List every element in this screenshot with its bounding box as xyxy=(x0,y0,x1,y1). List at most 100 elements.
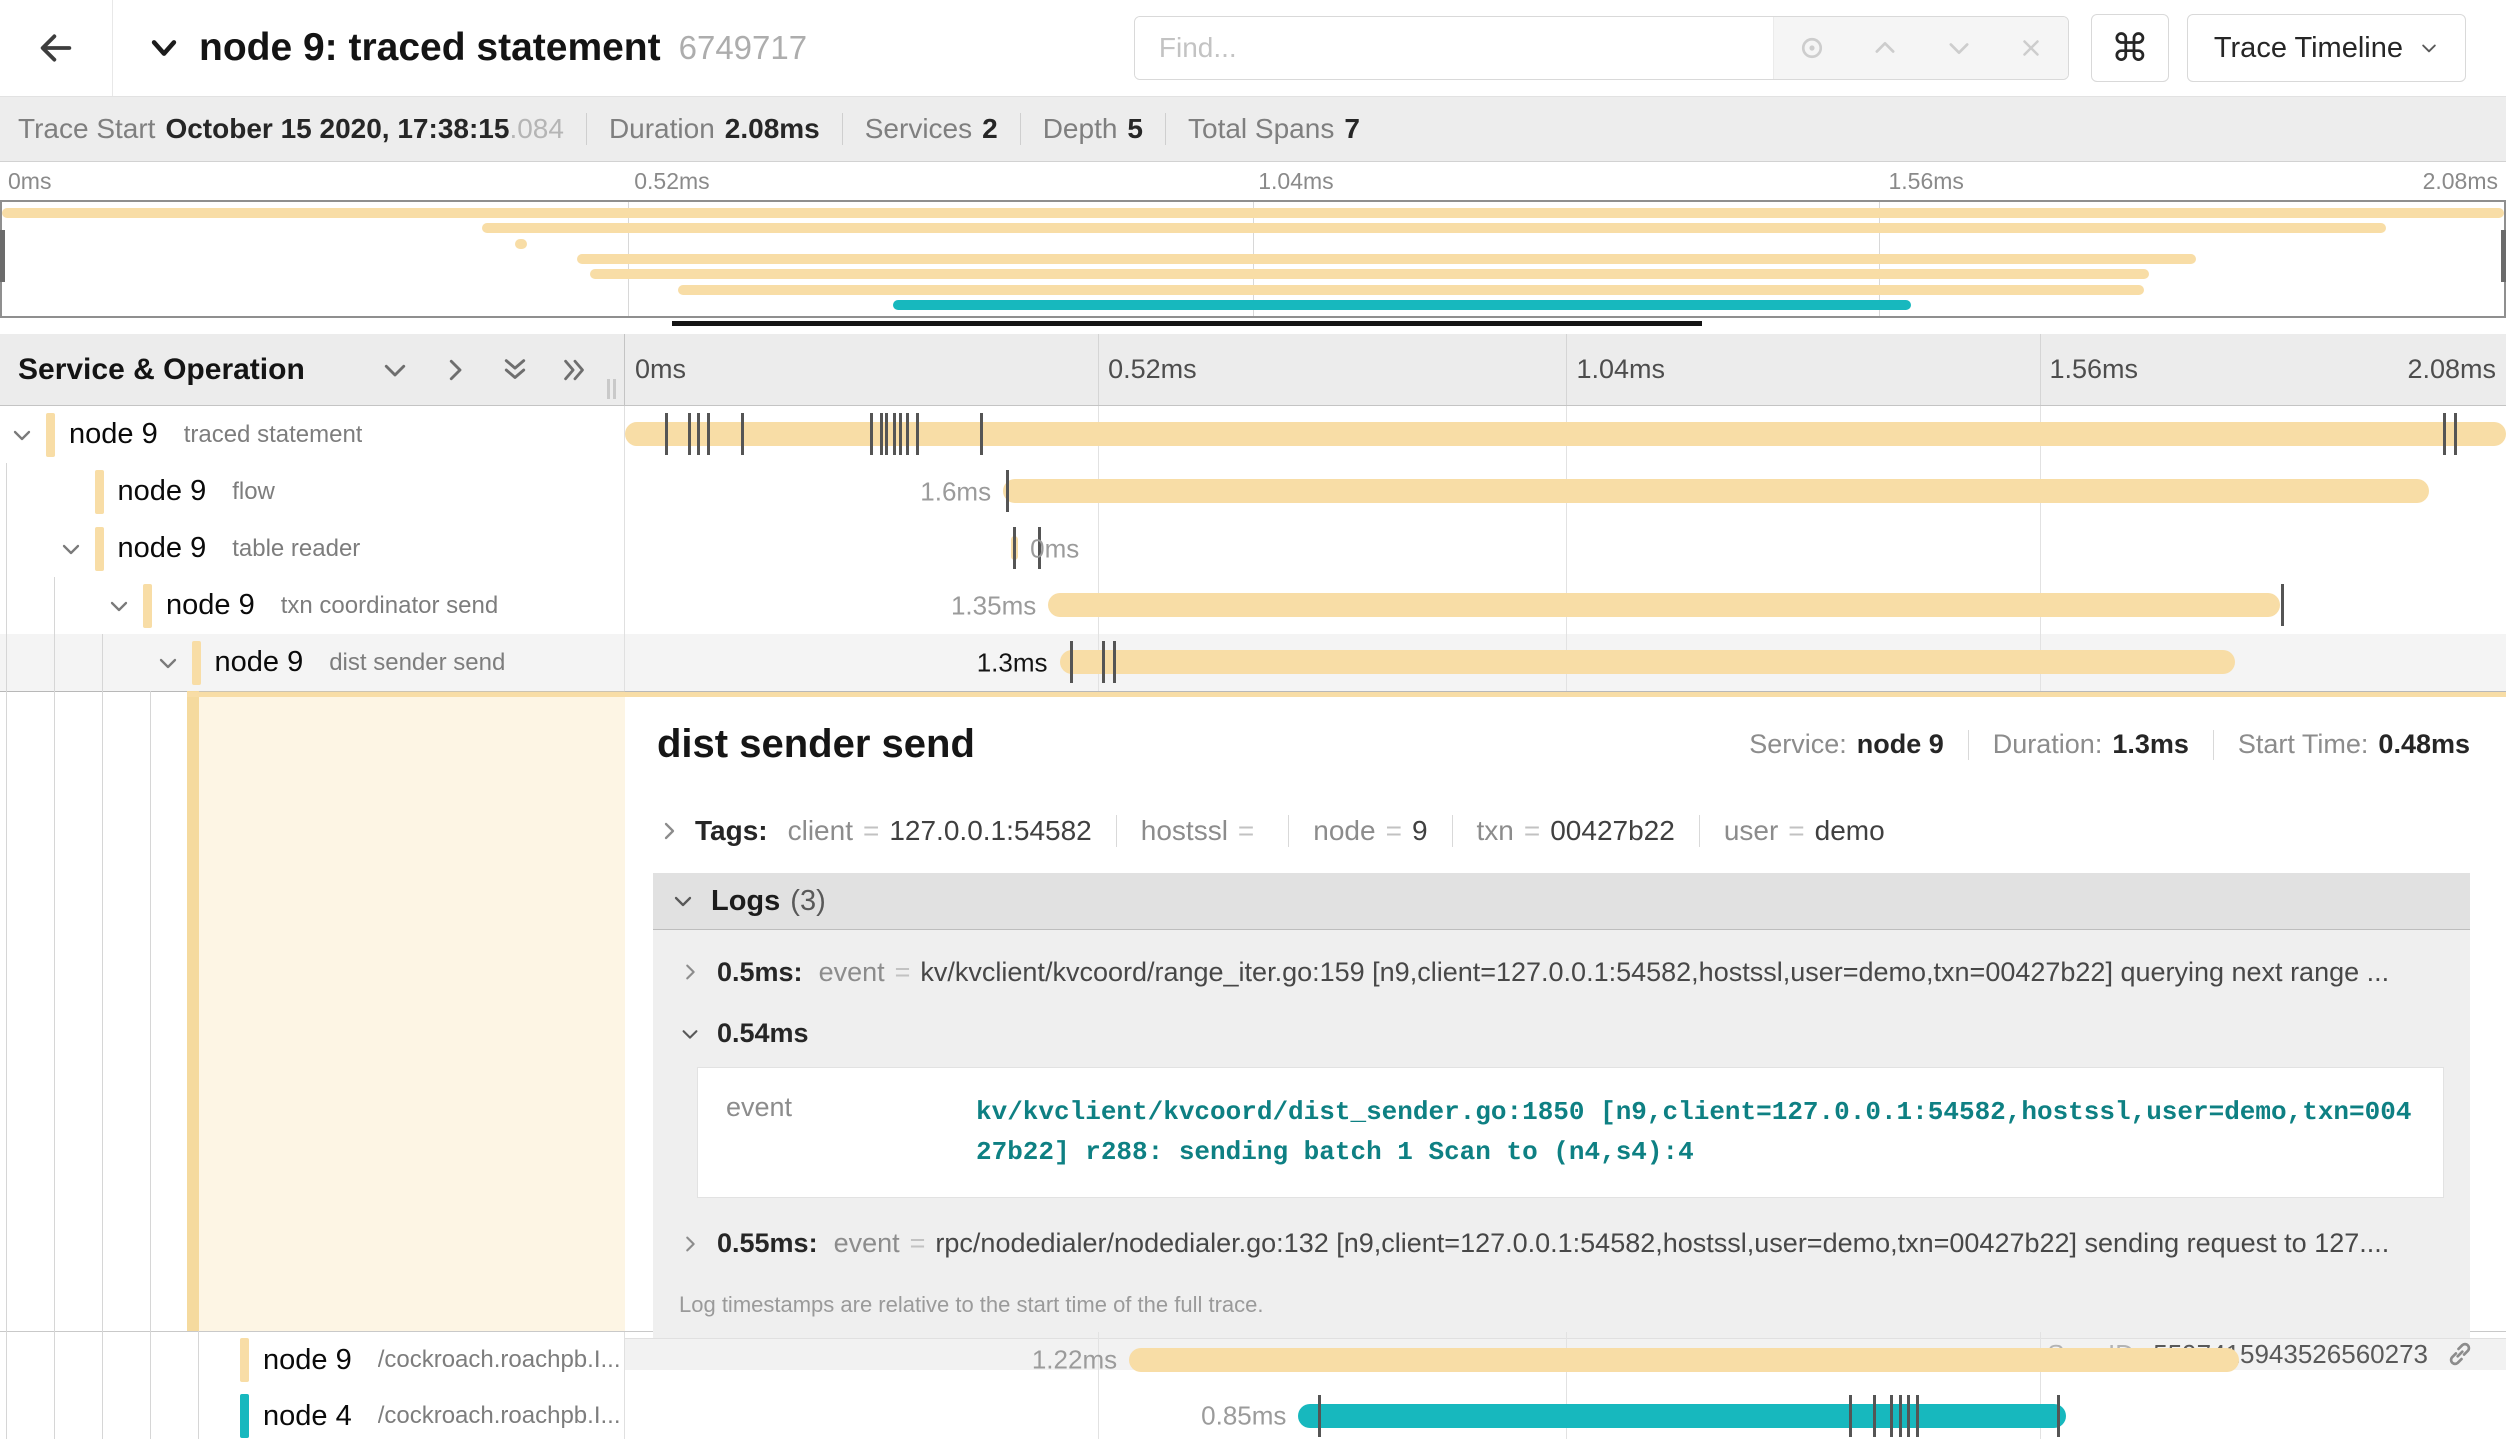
minimap-tick-label: 0.52ms xyxy=(634,168,709,195)
span-duration-bar[interactable] xyxy=(1048,593,2280,617)
span-timeline-cell[interactable]: 0.85ms xyxy=(625,1388,2506,1439)
span-detail-indent-rail xyxy=(0,692,625,1331)
collapse-one-icon[interactable] xyxy=(380,355,410,385)
log-marker-tick xyxy=(2281,584,2284,626)
minimap-right-handle[interactable] xyxy=(2501,230,2506,282)
span-timeline-cell[interactable]: 1.35ms xyxy=(625,577,2506,634)
minimap-span-row xyxy=(2,208,2504,218)
log-marker-tick xyxy=(980,413,983,455)
collapse-all-icon[interactable] xyxy=(500,355,530,385)
log-timestamp: 0.5ms: xyxy=(717,957,803,988)
span-tree-cell[interactable]: node 9dist sender send xyxy=(0,634,625,691)
divider xyxy=(2213,730,2214,760)
clear-search-icon[interactable] xyxy=(2018,35,2044,61)
chevron-right-icon xyxy=(657,819,681,843)
log-marker-tick xyxy=(2443,413,2446,455)
span-tree-cell[interactable]: node 9table reader xyxy=(0,520,625,577)
span-duration-bar[interactable] xyxy=(1298,1404,2065,1428)
timeline-tick-label: 2.08ms xyxy=(2407,354,2496,385)
log-entry-expanded-header[interactable]: 0.54ms xyxy=(653,1004,2470,1059)
trace-timeline-page: node 9: traced statement 6749717 ⌘ Trace… xyxy=(0,0,2506,1439)
prev-match-icon[interactable] xyxy=(1871,34,1899,62)
log-equals: = xyxy=(910,1228,926,1259)
span-tree-cell[interactable]: node 9traced statement xyxy=(0,406,625,463)
span-duration-label: 1.6ms xyxy=(920,476,991,507)
find-input[interactable] xyxy=(1135,17,1773,79)
back-button[interactable] xyxy=(0,0,113,96)
span-detail-panel: dist sender send Service: node 9 Duratio… xyxy=(625,692,2506,1331)
span-tree-cell[interactable]: node 9/cockroach.roachpb.I... xyxy=(0,1332,625,1388)
column-resizer-handle[interactable] xyxy=(607,379,616,399)
span-timeline-cell[interactable]: 1.22ms xyxy=(625,1332,2506,1388)
span-timeline-cell[interactable]: 0ms xyxy=(625,520,2506,577)
span-duration-label: 1.22ms xyxy=(1032,1345,1117,1376)
span-timeline-cell[interactable] xyxy=(625,406,2506,463)
trace-summary-bar: Trace Start October 15 2020, 17:38:15.08… xyxy=(0,97,2506,162)
log-equals: = xyxy=(895,957,911,988)
services-value: 2 xyxy=(982,113,998,145)
tag-item: hostssl= xyxy=(1141,815,1314,847)
log-field-value: rpc/nodedialer/nodedialer.go:132 [n9,cli… xyxy=(935,1228,2444,1259)
expand-all-icon[interactable] xyxy=(560,355,590,385)
tags-row[interactable]: Tags: client=127.0.0.1:54582hostssl=node… xyxy=(625,789,2506,865)
service-name: node 9 xyxy=(263,1344,352,1377)
span-tree-cell[interactable]: node 4/cockroach.roachpb.I... xyxy=(0,1388,625,1439)
trace-view-selector[interactable]: Trace Timeline xyxy=(2187,14,2466,82)
log-marker-tick xyxy=(1102,641,1105,683)
expand-one-icon[interactable] xyxy=(440,355,470,385)
chevron-down-icon[interactable] xyxy=(107,594,131,618)
log-entry[interactable]: 0.55ms: event = rpc/nodedialer/nodedialer.g… xyxy=(653,1212,2470,1276)
collapse-trace-chevron-icon[interactable] xyxy=(147,31,181,65)
minimap-left-handle[interactable] xyxy=(0,230,5,282)
log-marker-tick xyxy=(707,413,710,455)
log-timestamp: 0.55ms: xyxy=(717,1228,818,1259)
minimap-canvas[interactable] xyxy=(0,200,2506,318)
log-fields-table: eventkv/kvclient/kvcoord/dist_sender.go:… xyxy=(697,1067,2444,1198)
span-rows-area: node 9traced statementnode 9flow1.6msnod… xyxy=(0,406,2506,1439)
span-row[interactable]: node 9dist sender send 1.3ms xyxy=(0,634,2506,691)
tags-label: Tags: xyxy=(695,815,768,847)
log-marker-tick xyxy=(1907,1395,1910,1437)
log-marker-tick xyxy=(1916,1395,1919,1437)
span-duration-label: 1.3ms xyxy=(977,647,1048,678)
span-duration-bar[interactable] xyxy=(1060,650,2236,674)
minimap-span-row xyxy=(2,239,2504,249)
minimap-scrubber[interactable] xyxy=(672,321,1702,326)
log-marker-tick xyxy=(1013,527,1016,569)
span-row[interactable]: node 9flow 1.6ms xyxy=(0,463,2506,520)
logs-header[interactable]: Logs (3) xyxy=(653,873,2470,930)
span-row[interactable]: node 9/cockroach.roachpb.I... 1.22ms xyxy=(0,1332,2506,1388)
next-match-icon[interactable] xyxy=(1945,34,1973,62)
operation-name: /cockroach.roachpb.I... xyxy=(378,1402,621,1430)
span-timeline-cell[interactable]: 1.6ms xyxy=(625,463,2506,520)
operation-name: /cockroach.roachpb.I... xyxy=(378,1346,621,1374)
span-tree-cell[interactable]: node 9txn coordinator send xyxy=(0,577,625,634)
span-row[interactable]: node 9txn coordinator send1.35ms xyxy=(0,577,2506,634)
timeline-tick-label: 0ms xyxy=(635,354,686,385)
focus-match-icon[interactable] xyxy=(1798,34,1826,62)
chevron-down-icon[interactable] xyxy=(59,537,83,561)
minimap-span-row xyxy=(2,285,2504,295)
tag-equals: = xyxy=(1788,815,1804,847)
minimap-span-bar xyxy=(577,254,2196,264)
service-color-chip xyxy=(143,584,152,628)
service-name: node 9 xyxy=(166,589,255,622)
span-tree-cell[interactable]: node 9flow xyxy=(0,463,625,520)
chevron-down-icon[interactable] xyxy=(156,651,180,675)
span-duration-label: Duration: xyxy=(1993,729,2103,760)
chevron-down-icon[interactable] xyxy=(10,423,34,447)
divider xyxy=(842,113,843,145)
find-controls xyxy=(1773,17,2068,79)
span-row[interactable]: node 9traced statement xyxy=(0,406,2506,463)
service-color-chip xyxy=(240,1394,249,1438)
keyboard-shortcuts-button[interactable]: ⌘ xyxy=(2091,14,2169,82)
service-name: node 9 xyxy=(215,646,304,679)
log-field-key: event xyxy=(834,1228,900,1259)
log-entry[interactable]: 0.5ms:event=kv/kvclient/kvcoord/range_it… xyxy=(653,940,2470,1004)
span-timeline-cell[interactable]: 1.3ms xyxy=(625,634,2506,691)
log-marker-tick xyxy=(1113,641,1116,683)
span-row[interactable]: node 9table reader0ms xyxy=(0,520,2506,577)
span-row[interactable]: node 4/cockroach.roachpb.I...0.85ms xyxy=(0,1388,2506,1439)
span-duration-bar[interactable] xyxy=(1003,479,2429,503)
span-duration-bar[interactable] xyxy=(1129,1348,2239,1372)
